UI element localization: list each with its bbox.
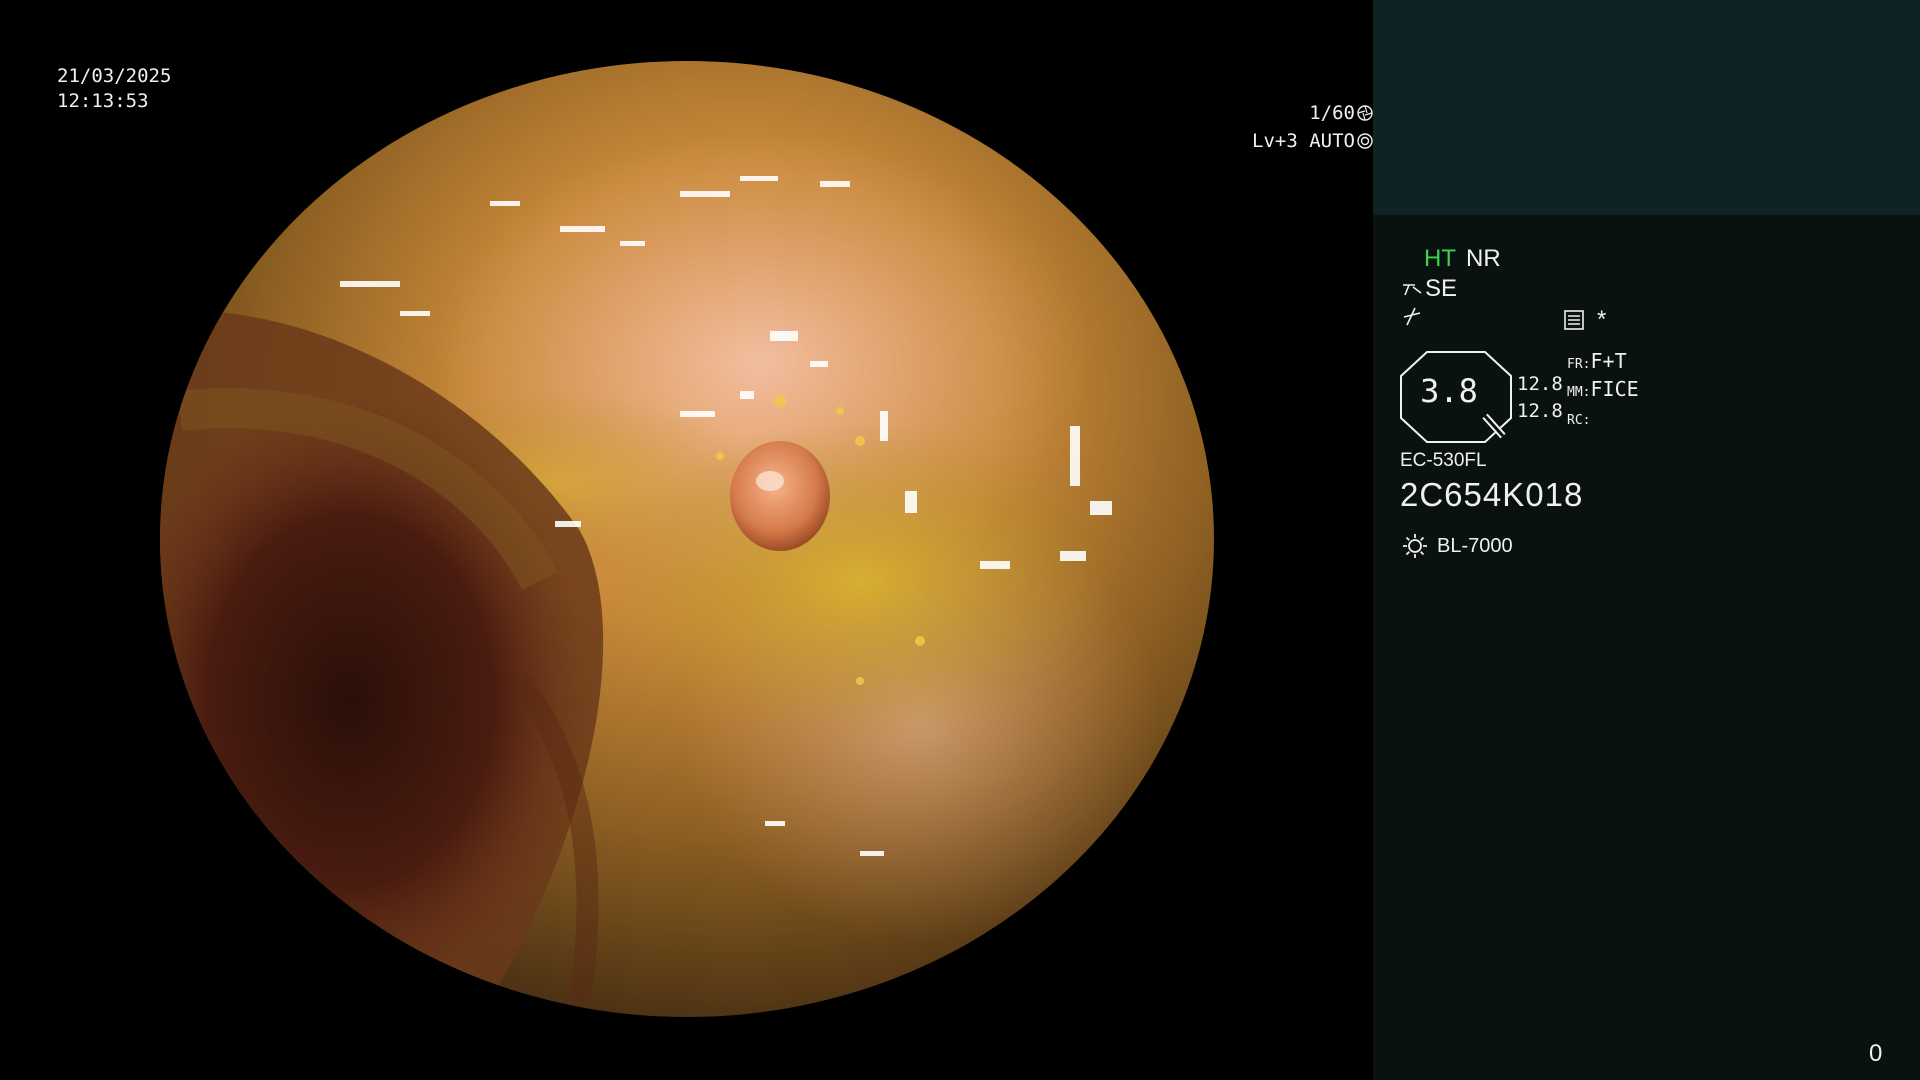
ht-indicator: HT xyxy=(1424,245,1456,272)
date-text: 21/03/2025 xyxy=(57,65,172,87)
fr-row: FR:F+T xyxy=(1567,349,1639,377)
processing-mode-row: HT NR xyxy=(1424,245,1501,273)
zoom-line-1: 12.8 xyxy=(1517,373,1563,395)
aperture-icon xyxy=(1357,105,1373,121)
fr-value: F+T xyxy=(1590,349,1627,373)
fr-label: FR: xyxy=(1567,357,1591,372)
memo-row: * xyxy=(1563,306,1606,334)
iris-icon xyxy=(1357,133,1373,149)
iris-mode: Lv+3 AUTO xyxy=(1252,130,1355,152)
info-panel: HT NR SE * 3.8 12.8 12.8 FR:F+T MM:FICE xyxy=(1373,0,1920,1080)
endoscope-image xyxy=(160,61,1214,1017)
rc-label: RC: xyxy=(1567,413,1591,428)
info-panel-header xyxy=(1373,0,1920,215)
rc-row: RC: xyxy=(1567,405,1639,433)
color-mode-icon xyxy=(1403,307,1421,326)
scope-model: EC-530FL xyxy=(1400,450,1487,471)
star-indicator: * xyxy=(1597,306,1607,333)
exposure-readout: 1/60 Lv+3 AUTO xyxy=(53,99,1373,155)
mm-label: MM: xyxy=(1567,385,1591,400)
light-source-model: BL-7000 xyxy=(1437,534,1513,557)
zoom-line-2: 12.8 xyxy=(1517,400,1563,422)
memo-icon xyxy=(1564,310,1584,330)
frame-counter: 0 xyxy=(1869,1040,1883,1067)
nr-indicator: NR xyxy=(1466,245,1501,272)
structure-enhance-icon xyxy=(1403,284,1422,296)
se-indicator: SE xyxy=(1425,275,1458,302)
mm-value: FICE xyxy=(1590,377,1639,401)
sun-icon xyxy=(1403,534,1427,558)
scope-serial: 2C654K018 xyxy=(1400,476,1584,513)
endoscope-video-area: 21/03/2025 12:13:53 1/60 Lv+3 AUTO xyxy=(0,0,1373,1080)
shutter-row: 1/60 xyxy=(53,99,1373,127)
color-mode-row xyxy=(1401,305,1423,333)
mode-labels: FR:F+T MM:FICE RC: xyxy=(1567,349,1639,433)
zoom-value: 3.8 xyxy=(1420,372,1478,410)
iris-row: Lv+3 AUTO xyxy=(53,127,1373,155)
light-source-row: BL-7000 xyxy=(1401,532,1513,560)
structure-enhance-row: SE xyxy=(1401,275,1457,303)
shutter-speed: 1/60 xyxy=(1309,102,1355,124)
mm-row: MM:FICE xyxy=(1567,377,1639,405)
zoom-numbers: 12.8 12.8 xyxy=(1517,371,1563,425)
zoom-indicator: 3.8 xyxy=(1399,350,1513,444)
colon-tissue-image xyxy=(160,61,1214,1017)
